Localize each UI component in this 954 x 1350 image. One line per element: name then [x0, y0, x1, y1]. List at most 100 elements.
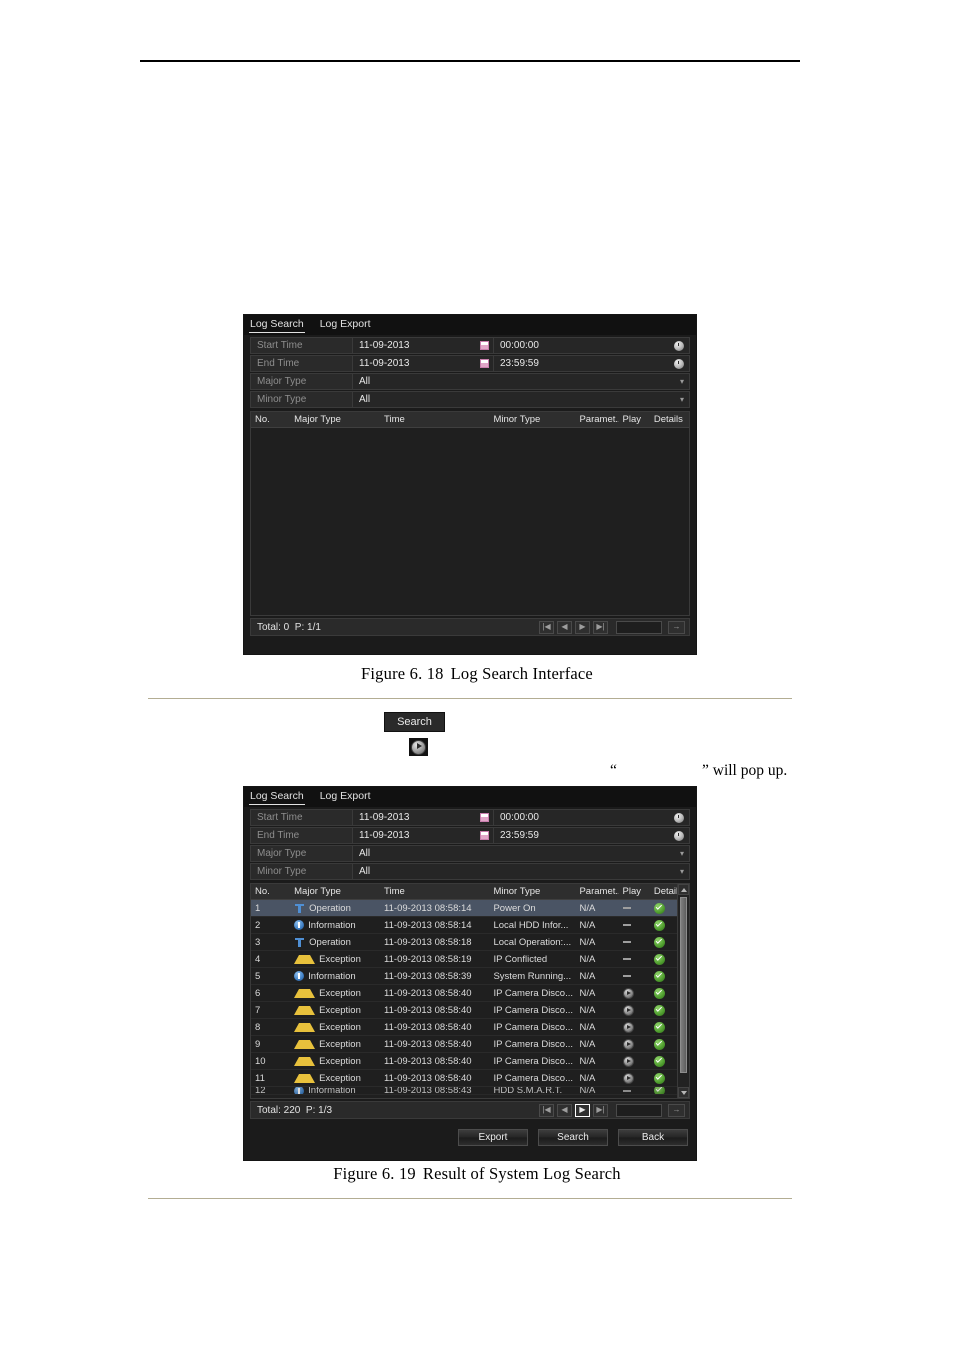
table-row[interactable]: 4 Exception 11-09-2013 08:58:19 IP Conflict… — [251, 951, 689, 968]
cell-play[interactable] — [619, 941, 650, 943]
table-row[interactable]: 12 Information 11-09-2013 08:58:43 HDD S.M.… — [251, 1087, 689, 1095]
next-page-button[interactable]: ▶ — [575, 1103, 590, 1117]
play-icon[interactable] — [622, 987, 634, 999]
details-check-icon[interactable] — [653, 1038, 665, 1050]
tab-log-search[interactable]: Log Search — [249, 318, 305, 333]
table-row[interactable]: 11 Exception 11-09-2013 08:58:40 IP Camera … — [251, 1070, 689, 1087]
chevron-down-icon[interactable]: ▾ — [680, 867, 684, 876]
tab-log-search[interactable]: Log Search — [249, 790, 305, 805]
cell-play[interactable] — [619, 1021, 650, 1033]
play-icon[interactable] — [622, 1072, 634, 1084]
cell-play[interactable] — [619, 987, 650, 999]
last-page-button[interactable]: ▶| — [593, 1103, 608, 1117]
start-time-field[interactable]: 00:00:00 — [493, 338, 689, 353]
go-to-page-button[interactable]: → — [668, 620, 685, 634]
pagination-bar: Total: 220 P: 1/3 |◀ ◀ ▶ ▶| → — [250, 1101, 690, 1119]
clock-icon[interactable] — [674, 830, 684, 841]
end-time-field[interactable]: 23:59:59 — [493, 828, 689, 843]
cell-time: 11-09-2013 08:58:40 — [384, 987, 472, 999]
start-time-field[interactable]: 00:00:00 — [493, 810, 689, 825]
cell-major-type-label: Exception — [319, 1055, 361, 1067]
form-row-end-time: End Time 11-09-2013 23:59:59 — [250, 355, 690, 372]
page-number-input[interactable] — [616, 1103, 662, 1117]
cell-play[interactable] — [619, 958, 650, 960]
table-row[interactable]: 10 Exception 11-09-2013 08:58:40 IP Camera … — [251, 1053, 689, 1070]
first-page-button[interactable]: |◀ — [539, 1103, 554, 1117]
prev-page-button[interactable]: ◀ — [557, 1103, 572, 1117]
cell-parameter: N/A — [579, 970, 596, 982]
last-page-button[interactable]: ▶| — [593, 620, 608, 634]
cell-play[interactable] — [619, 907, 650, 909]
table-row[interactable]: 6 Exception 11-09-2013 08:58:40 IP Camera D… — [251, 985, 689, 1002]
cell-play[interactable] — [619, 1004, 650, 1016]
details-check-icon[interactable] — [653, 970, 665, 982]
minor-type-select[interactable]: All ▾ — [352, 863, 690, 880]
scroll-down-arrow-icon[interactable] — [678, 1087, 689, 1098]
details-check-icon[interactable] — [653, 1072, 665, 1084]
details-check-icon[interactable] — [653, 1055, 665, 1067]
tab-log-export[interactable]: Log Export — [319, 790, 372, 804]
chevron-down-icon[interactable]: ▾ — [680, 849, 684, 858]
cell-play[interactable] — [619, 1055, 650, 1067]
total-count-label: Total: 220 P: 1/3 — [257, 1104, 333, 1116]
table-row[interactable]: 7 Exception 11-09-2013 08:58:40 IP Camera D… — [251, 1002, 689, 1019]
play-icon[interactable] — [622, 1004, 634, 1016]
table-row[interactable]: 1 Operation 11-09-2013 08:58:14 Power On N/A — [251, 900, 689, 917]
start-date-field[interactable]: 11-09-2013 — [353, 810, 493, 825]
calendar-icon[interactable] — [480, 359, 489, 368]
cell-parameter: N/A — [579, 1004, 596, 1016]
table-row[interactable]: 8 Exception 11-09-2013 08:58:40 IP Camera D… — [251, 1019, 689, 1036]
cell-parameter: N/A — [579, 1087, 596, 1095]
play-icon[interactable] — [622, 1021, 634, 1033]
tab-log-export[interactable]: Log Export — [319, 318, 372, 332]
cell-play[interactable] — [619, 924, 650, 926]
chevron-down-icon[interactable]: ▾ — [680, 377, 684, 386]
calendar-icon[interactable] — [480, 341, 489, 350]
scrollbar-thumb[interactable] — [680, 897, 687, 1073]
details-check-icon[interactable] — [653, 919, 665, 931]
details-check-icon[interactable] — [653, 1004, 665, 1016]
table-vertical-scrollbar[interactable] — [677, 884, 689, 1098]
end-time-field[interactable]: 23:59:59 — [493, 356, 689, 371]
major-type-select[interactable]: All ▾ — [352, 845, 690, 862]
calendar-icon[interactable] — [480, 831, 489, 840]
go-to-page-button[interactable]: → — [668, 1103, 685, 1117]
next-page-button[interactable]: ▶ — [575, 620, 590, 634]
details-check-icon[interactable] — [653, 953, 665, 965]
details-check-icon[interactable] — [653, 987, 665, 999]
page-number-input[interactable] — [616, 620, 662, 634]
figure-title: Result of System Log Search — [422, 1164, 621, 1183]
scroll-up-arrow-icon[interactable] — [678, 884, 689, 895]
table-row[interactable]: 3 Operation 11-09-2013 08:58:18 Local Opera… — [251, 934, 689, 951]
first-page-button[interactable]: |◀ — [539, 620, 554, 634]
end-date-field[interactable]: 11-09-2013 — [353, 828, 493, 843]
clock-icon[interactable] — [674, 340, 684, 351]
minor-type-select[interactable]: All ▾ — [352, 391, 690, 408]
major-type-select[interactable]: All ▾ — [352, 373, 690, 390]
table-row[interactable]: 2 Information 11-09-2013 08:58:14 Local HDD… — [251, 917, 689, 934]
details-check-icon[interactable] — [653, 1021, 665, 1033]
export-button[interactable]: Export — [458, 1129, 528, 1146]
cell-minor-type: Local Operation:... — [493, 936, 572, 948]
chevron-down-icon[interactable]: ▾ — [680, 395, 684, 404]
cell-play[interactable] — [619, 1089, 650, 1092]
play-icon[interactable] — [622, 1038, 634, 1050]
cell-play[interactable] — [619, 1072, 650, 1084]
cell-play[interactable] — [619, 975, 650, 977]
play-icon[interactable] — [622, 1055, 634, 1067]
search-button[interactable]: Search — [538, 1129, 608, 1146]
cell-play[interactable] — [619, 1038, 650, 1050]
details-check-icon[interactable] — [653, 936, 665, 948]
clock-icon[interactable] — [674, 812, 684, 823]
table-row[interactable]: 5 Information 11-09-2013 08:58:39 System Ru… — [251, 968, 689, 985]
cell-time: 11-09-2013 08:58:43 — [384, 1087, 472, 1095]
prev-page-button[interactable]: ◀ — [557, 620, 572, 634]
start-date-field[interactable]: 11-09-2013 — [353, 338, 493, 353]
details-check-icon[interactable] — [653, 902, 665, 914]
table-row[interactable]: 9 Exception 11-09-2013 08:58:40 IP Camera D… — [251, 1036, 689, 1053]
details-check-icon[interactable] — [653, 1087, 665, 1094]
clock-icon[interactable] — [674, 358, 684, 369]
back-button[interactable]: Back — [618, 1129, 688, 1146]
end-date-field[interactable]: 11-09-2013 — [353, 356, 493, 371]
calendar-icon[interactable] — [480, 813, 489, 822]
